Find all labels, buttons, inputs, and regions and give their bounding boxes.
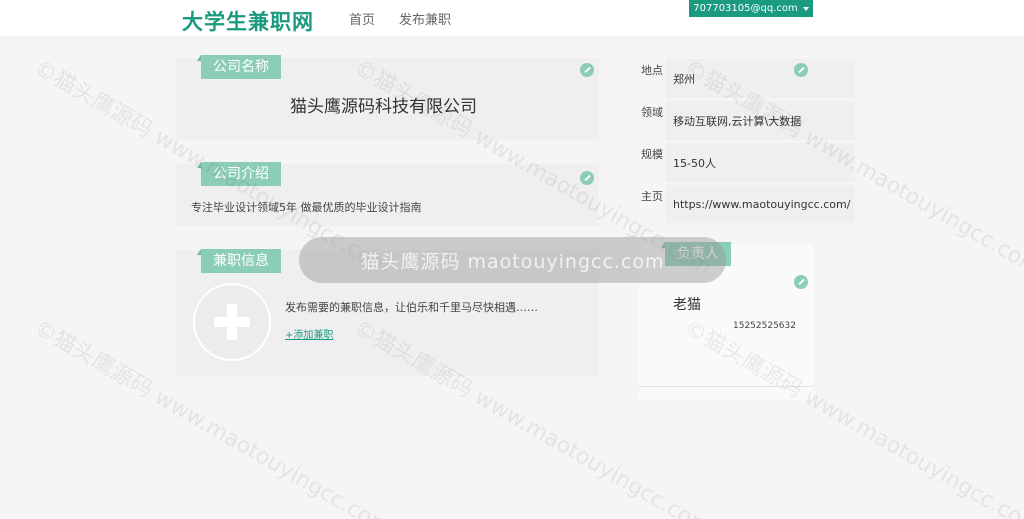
jobs-description: 发布需要的兼职信息，让伯乐和千里马尽快相遇……	[285, 301, 538, 314]
info-value[interactable]: https://www.maotouyingcc.com/	[666, 185, 855, 223]
info-row-field: 领域 移动互联网,云计算\大数据	[639, 101, 855, 140]
info-row-homepage: 主页 https://www.maotouyingcc.com/	[639, 185, 855, 223]
info-row-size: 规模 15-50人	[639, 143, 855, 182]
company-intro-tag: 公司介绍	[197, 162, 281, 186]
info-label: 规模	[639, 143, 665, 182]
site-logo[interactable]: 大学生兼职网	[182, 6, 314, 36]
info-value: 15-50人	[666, 143, 855, 182]
top-header: 大学生兼职网 首页 发布兼职 707703105@qq.com	[0, 0, 1024, 36]
owner-phone: 15252525632	[733, 321, 796, 331]
nav-publish[interactable]: 发布兼职	[399, 9, 451, 28]
info-row-location: 地点 郑州	[639, 59, 855, 98]
edit-owner-icon[interactable]	[794, 275, 808, 289]
user-email: 707703105@qq.com	[693, 3, 798, 14]
info-value: 郑州	[666, 59, 855, 98]
add-job-link[interactable]: +添加兼职	[285, 326, 333, 341]
owner-name: 老猫	[673, 297, 701, 313]
edit-name-icon[interactable]	[580, 63, 594, 77]
company-name: 猫头鹰源码科技有限公司	[290, 97, 477, 117]
company-intro-text: 专注毕业设计领域5年 做最优质的毕业设计指南	[191, 201, 422, 214]
info-value: 移动互联网,云计算\大数据	[666, 101, 855, 140]
company-name-tag: 公司名称	[197, 55, 281, 79]
nav-home[interactable]: 首页	[349, 9, 375, 28]
owner-card-divider	[639, 386, 813, 387]
chevron-down-icon	[802, 6, 809, 11]
jobs-tag: 兼职信息	[197, 249, 281, 273]
plus-icon-vertical	[227, 304, 237, 340]
user-menu-button[interactable]: 707703105@qq.com	[689, 0, 813, 17]
add-job-circle[interactable]	[193, 283, 271, 361]
info-label: 地点	[639, 59, 665, 98]
info-label: 主页	[639, 185, 665, 223]
edit-info-icon[interactable]	[794, 63, 808, 77]
edit-intro-icon[interactable]	[580, 171, 594, 185]
watermark-overlay: 猫头鹰源码 maotouyingcc.com	[299, 237, 726, 283]
info-label: 领域	[639, 101, 665, 140]
